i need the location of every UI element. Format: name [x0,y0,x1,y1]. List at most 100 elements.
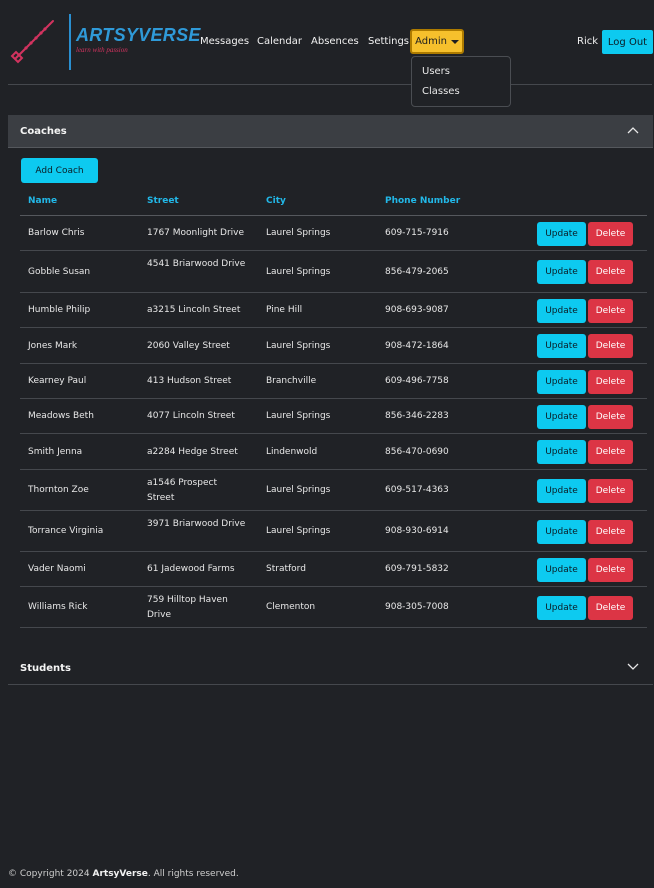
cell-street: 3971 Briarwood Drive [147,518,246,529]
cell-phone: 609-715-7916 [385,228,449,238]
table-row: Jones Mark 2060 Valley Street Laurel Sprin… [20,328,647,364]
delete-button[interactable]: Delete [588,221,633,246]
nav-link-messages[interactable]: Messages [200,36,249,47]
update-button[interactable]: Update [537,478,586,503]
cell-street: 2060 Valley Street [147,340,230,351]
delete-button[interactable]: Delete [588,404,633,429]
navbar: ARTSYVERSE learn with passion Messages C… [0,0,654,84]
user-name: Rick [577,36,599,47]
column-header-phone: Phone Number [385,196,461,206]
cell-phone: 856-346-2283 [385,411,449,421]
cell-street: a1546 Prospect Street [147,477,217,503]
delete-button[interactable]: Delete [588,298,633,323]
cell-city: Laurel Springs [266,485,331,495]
admin-dropdown-menu: Users Classes [411,56,511,107]
brand-name: ARTSYVERSE [76,25,201,45]
update-button[interactable]: Update [537,221,586,246]
coaches-accordion-header[interactable]: Coaches [8,115,653,148]
delete-button[interactable]: Delete [588,440,633,464]
column-header-name: Name [28,196,58,206]
cell-name: Thornton Zoe [28,485,89,495]
cell-name: Torrance Virginia [28,526,104,536]
update-button[interactable]: Update [537,334,586,358]
footer-brand: ArtsyVerse [92,869,148,879]
cell-city: Laurel Springs [266,411,331,421]
cell-city: Laurel Springs [266,340,331,351]
cell-phone: 908-472-1864 [385,340,449,351]
students-accordion-header[interactable]: Students [8,652,653,685]
update-button[interactable]: Update [537,519,586,544]
cell-street: 1767 Moonlight Drive [147,228,245,238]
cell-city: Lindenwold [266,446,318,457]
footer-rights: . All rights reserved. [147,869,239,879]
navbar-divider [8,84,652,85]
cell-phone: 908-305-7008 [385,602,449,612]
brand-logo[interactable]: ARTSYVERSE learn with passion [10,12,200,72]
dropdown-item-users[interactable]: Users [422,66,450,77]
table-row: Humble Philip a3215 Lincoln Street Pine Hi… [20,293,647,328]
update-button[interactable]: Update [537,369,586,394]
update-button[interactable]: Update [537,440,586,464]
update-button[interactable]: Update [537,557,586,582]
cell-city: Branchville [266,376,317,386]
cell-phone: 609-496-7758 [385,376,449,386]
cell-name: Williams Rick [28,602,88,612]
cell-street: 4077 Lincoln Street [147,411,235,421]
cell-name: Kearney Paul [28,376,87,386]
caret-down-icon [450,39,459,44]
column-header-street: Street [147,196,179,206]
cell-street: 759 Hilltop Haven Drive [147,594,228,620]
delete-button[interactable]: Delete [588,334,633,358]
update-button[interactable]: Update [537,298,586,323]
delete-button[interactable]: Delete [588,369,633,394]
table-row: Barlow Chris 1767 Moonlight Drive Laurel S… [20,216,647,251]
table-row: Smith Jenna a2284 Hedge Street Lindenwold 8… [20,434,647,470]
delete-button[interactable]: Delete [588,557,633,582]
coaches-title: Coaches [20,125,67,137]
update-button[interactable]: Update [537,260,586,284]
cell-name: Humble Philip [28,305,91,315]
table-row: Torrance Virginia 3971 Briarwood Drive Lau… [20,511,647,552]
cell-phone: 609-517-4363 [385,485,449,495]
logout-button[interactable]: Log Out [602,30,653,54]
dropdown-item-classes[interactable]: Classes [422,86,460,97]
students-title: Students [20,662,71,674]
column-header-city: City [266,196,286,206]
nav-link-absences[interactable]: Absences [311,36,359,47]
cell-phone: 856-470-0690 [385,446,449,457]
table-row: Thornton Zoe a1546 Prospect Street Laurel … [20,470,647,511]
cell-street: 4541 Briarwood Drive [147,259,246,269]
table-row: Vader Naomi 61 Jadewood Farms Stratford 609… [20,552,647,587]
cell-street: 61 Jadewood Farms [147,564,235,574]
admin-label: Admin [415,36,447,47]
update-button[interactable]: Update [537,404,586,429]
cell-phone: 908-693-9087 [385,305,449,315]
footer: © Copyright 2024 ArtsyVerse. All rights … [8,869,239,879]
footer-copyright: © Copyright 2024 [8,869,90,879]
cell-phone: 856-479-2065 [385,266,449,277]
table-row: Gobble Susan 4541 Briarwood Drive Laurel S… [20,251,647,293]
cell-street: 413 Hudson Street [147,376,232,386]
brand-tagline: learn with passion [76,46,128,54]
add-coach-button[interactable]: Add Coach [21,158,98,183]
chevron-down-icon [627,663,639,670]
table-row: Kearney Paul 413 Hudson Street Branchville… [20,364,647,399]
cell-city: Laurel Springs [266,228,331,238]
cell-street: a3215 Lincoln Street [147,305,241,315]
nav-link-calendar[interactable]: Calendar [257,36,302,47]
delete-button[interactable]: Delete [588,595,633,620]
delete-button[interactable]: Delete [588,519,633,544]
cell-street: a2284 Hedge Street [147,446,238,457]
delete-button[interactable]: Delete [588,478,633,503]
cell-name: Jones Mark [28,340,78,351]
table-row: Meadows Beth 4077 Lincoln Street Laurel Sp… [20,399,647,434]
delete-button[interactable]: Delete [588,260,633,284]
cell-name: Meadows Beth [28,411,94,421]
admin-dropdown-button[interactable]: Admin [410,29,464,54]
cell-name: Barlow Chris [28,228,85,238]
cell-name: Smith Jenna [28,446,83,457]
cell-phone: 908-930-6914 [385,526,449,536]
update-button[interactable]: Update [537,595,586,620]
nav-link-settings[interactable]: Settings [368,36,409,47]
cell-name: Gobble Susan [28,266,91,277]
